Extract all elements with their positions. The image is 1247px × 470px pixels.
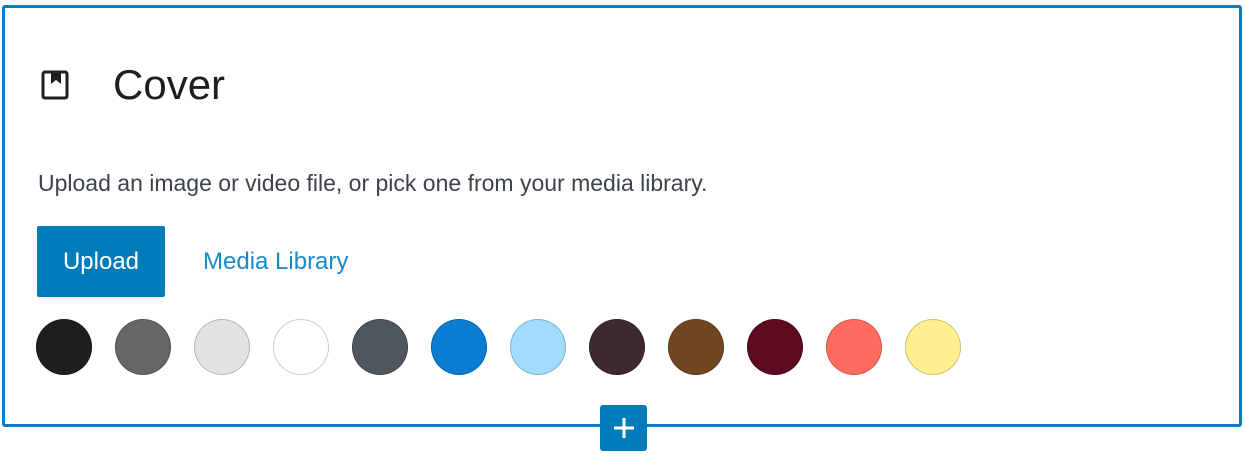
swatch-dark-gray[interactable] xyxy=(115,319,171,375)
swatch-maroon[interactable] xyxy=(747,319,803,375)
placeholder-instructions: Upload an image or video file, or pick o… xyxy=(38,170,708,196)
media-library-button[interactable]: Media Library xyxy=(203,248,348,276)
upload-button[interactable]: Upload xyxy=(37,226,165,297)
swatch-white[interactable] xyxy=(273,319,329,375)
block-inserter-button[interactable] xyxy=(600,405,647,451)
block-title: Cover xyxy=(113,61,226,108)
cover-block-placeholder[interactable]: Cover Upload an image or video file, or … xyxy=(2,5,1242,427)
swatch-slate[interactable] xyxy=(352,319,408,375)
swatch-light-gray[interactable] xyxy=(194,319,250,375)
swatch-pale-yellow[interactable] xyxy=(905,319,961,375)
swatch-blue[interactable] xyxy=(431,319,487,375)
plus-icon xyxy=(613,417,635,439)
color-swatches xyxy=(36,319,961,375)
cover-block-icon xyxy=(41,70,71,100)
swatch-brown[interactable] xyxy=(668,319,724,375)
block-header: Cover xyxy=(41,64,225,106)
swatch-light-blue[interactable] xyxy=(510,319,566,375)
swatch-coral[interactable] xyxy=(826,319,882,375)
swatch-black[interactable] xyxy=(36,319,92,375)
swatch-dark-brown[interactable] xyxy=(589,319,645,375)
